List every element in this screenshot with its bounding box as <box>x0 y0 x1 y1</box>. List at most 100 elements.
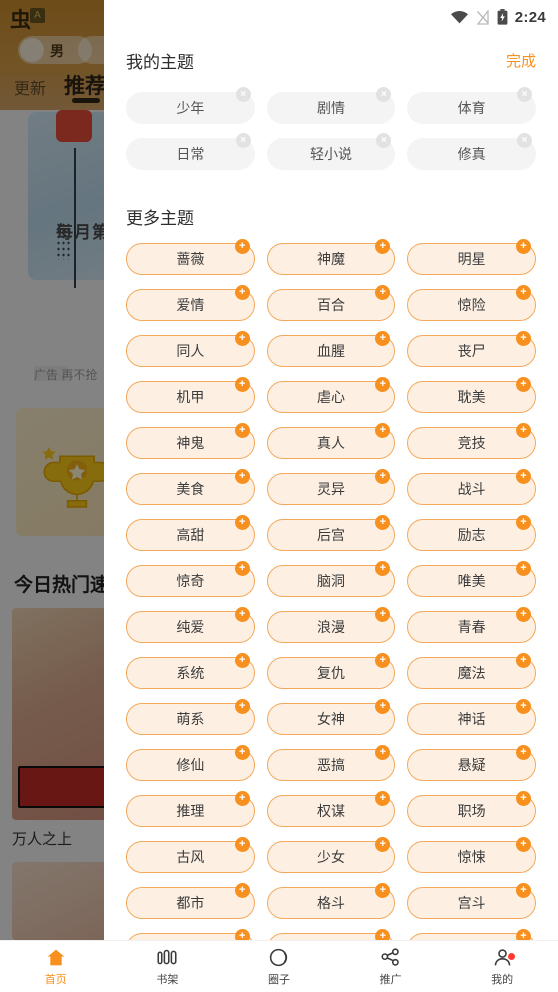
more-topic-chip-古风[interactable]: 古风 + <box>126 837 255 873</box>
more-topic-chip-百合[interactable]: 百合 + <box>266 285 396 321</box>
add-icon[interactable]: + <box>234 377 250 392</box>
add-icon[interactable]: + <box>234 285 250 300</box>
add-icon[interactable]: + <box>516 561 531 576</box>
more-topic-chip-高甜[interactable]: 高甜 + <box>126 515 255 551</box>
add-icon[interactable]: + <box>516 607 531 622</box>
my-topic-chip-少年[interactable]: 少年 × <box>126 87 255 124</box>
more-topic-chip-后宫[interactable]: 后宫 + <box>266 515 396 551</box>
more-topic-chip-脑洞[interactable]: 脑洞 + <box>266 561 396 597</box>
done-button[interactable]: 完成 <box>506 50 536 71</box>
add-icon[interactable]: + <box>234 837 250 852</box>
more-topic-chip-浪漫[interactable]: 浪漫 + <box>266 607 396 643</box>
sheet-scroll-area[interactable]: 我的主题 完成 少年 × 剧情 × 体育 × 日常 × 轻小说 × 修真 × 更多主题 蔷薇 + 神魔 + 明… <box>104 34 558 940</box>
remove-icon[interactable]: × <box>517 87 532 102</box>
remove-icon[interactable]: × <box>376 133 392 148</box>
add-icon[interactable]: + <box>375 377 391 392</box>
add-icon[interactable]: + <box>375 929 391 940</box>
remove-icon[interactable]: × <box>235 87 251 102</box>
add-icon[interactable]: + <box>234 423 250 438</box>
more-topic-chip-宫斗[interactable]: 宫斗 + <box>407 883 536 919</box>
add-icon[interactable]: + <box>234 699 250 714</box>
more-topic-chip-系统[interactable]: 系统 + <box>126 653 255 689</box>
add-icon[interactable]: + <box>234 239 250 254</box>
add-icon[interactable]: + <box>375 837 391 852</box>
add-icon[interactable]: + <box>516 285 531 300</box>
more-topic-chip-战斗[interactable]: 战斗 + <box>407 469 536 505</box>
add-icon[interactable]: + <box>375 699 391 714</box>
more-topic-chip-竞技[interactable]: 竞技 + <box>407 423 536 459</box>
add-icon[interactable]: + <box>516 791 531 806</box>
add-icon[interactable]: + <box>375 515 391 530</box>
more-topic-chip-青春[interactable]: 青春 + <box>407 607 536 643</box>
more-topic-chip-少女[interactable]: 少女 + <box>266 837 396 873</box>
add-icon[interactable]: + <box>516 745 531 760</box>
add-icon[interactable]: + <box>516 331 531 346</box>
add-icon[interactable]: + <box>516 423 531 438</box>
nav-item-圈子[interactable]: 圈子 <box>223 947 335 987</box>
more-topic-chip-爱情[interactable]: 爱情 + <box>126 285 255 321</box>
more-topic-chip-虐心[interactable]: 虐心 + <box>266 377 396 413</box>
add-icon[interactable]: + <box>375 653 391 668</box>
add-icon[interactable]: + <box>516 699 531 714</box>
add-icon[interactable]: + <box>234 929 250 940</box>
more-topic-chip-耽美[interactable]: 耽美 + <box>407 377 536 413</box>
more-topic-chip-神魔[interactable]: 神魔 + <box>266 239 396 275</box>
remove-icon[interactable]: × <box>235 133 251 148</box>
nav-item-推广[interactable]: 推广 <box>335 947 447 987</box>
more-topic-chip-奇幻[interactable]: 奇幻+ <box>407 929 536 940</box>
more-topic-chip-励志[interactable]: 励志 + <box>407 515 536 551</box>
add-icon[interactable]: + <box>516 883 531 898</box>
add-icon[interactable]: + <box>516 653 531 668</box>
add-icon[interactable]: + <box>375 883 391 898</box>
add-icon[interactable]: + <box>234 469 250 484</box>
more-topic-chip-唯美[interactable]: 唯美 + <box>407 561 536 597</box>
more-topic-chip-修仙[interactable]: 修仙 + <box>126 745 255 781</box>
more-topic-chip-血腥[interactable]: 血腥 + <box>266 331 396 367</box>
add-icon[interactable]: + <box>375 791 391 806</box>
more-topic-chip-灵异[interactable]: 灵异 + <box>266 469 396 505</box>
more-topic-chip-魔法[interactable]: 魔法 + <box>407 653 536 689</box>
more-topic-chip-格斗[interactable]: 格斗 + <box>266 883 396 919</box>
more-topic-chip-治愈[interactable]: 治愈+ <box>266 929 396 940</box>
add-icon[interactable]: + <box>375 331 391 346</box>
my-topic-chip-日常[interactable]: 日常 × <box>126 133 255 170</box>
add-icon[interactable]: + <box>375 423 391 438</box>
my-topic-chip-轻小说[interactable]: 轻小说 × <box>266 133 396 170</box>
add-icon[interactable]: + <box>375 745 391 760</box>
my-topic-chip-体育[interactable]: 体育 × <box>407 87 536 124</box>
more-topic-chip-欢乐向[interactable]: 欢乐向+ <box>126 929 255 940</box>
remove-icon[interactable]: × <box>376 87 392 102</box>
add-icon[interactable]: + <box>234 883 250 898</box>
add-icon[interactable]: + <box>234 791 250 806</box>
more-topic-chip-丧尸[interactable]: 丧尸 + <box>407 331 536 367</box>
more-topic-chip-惊奇[interactable]: 惊奇 + <box>126 561 255 597</box>
more-topic-chip-职场[interactable]: 职场 + <box>407 791 536 827</box>
add-icon[interactable]: + <box>234 561 250 576</box>
more-topic-chip-纯爱[interactable]: 纯爱 + <box>126 607 255 643</box>
add-icon[interactable]: + <box>234 331 250 346</box>
more-topic-chip-都市[interactable]: 都市 + <box>126 883 255 919</box>
add-icon[interactable]: + <box>516 929 531 940</box>
add-icon[interactable]: + <box>516 469 531 484</box>
more-topic-chip-蔷薇[interactable]: 蔷薇 + <box>126 239 255 275</box>
more-topic-chip-悬疑[interactable]: 悬疑 + <box>407 745 536 781</box>
add-icon[interactable]: + <box>234 515 250 530</box>
add-icon[interactable]: + <box>375 561 391 576</box>
more-topic-chip-机甲[interactable]: 机甲 + <box>126 377 255 413</box>
remove-icon[interactable]: × <box>517 133 532 148</box>
more-topic-chip-复仇[interactable]: 复仇 + <box>266 653 396 689</box>
more-topic-chip-女神[interactable]: 女神 + <box>266 699 396 735</box>
more-topic-chip-萌系[interactable]: 萌系 + <box>126 699 255 735</box>
add-icon[interactable]: + <box>516 837 531 852</box>
more-topic-chip-惊险[interactable]: 惊险 + <box>407 285 536 321</box>
more-topic-chip-明星[interactable]: 明星 + <box>407 239 536 275</box>
nav-item-我的[interactable]: 我的 <box>446 947 558 987</box>
add-icon[interactable]: + <box>375 285 391 300</box>
more-topic-chip-神话[interactable]: 神话 + <box>407 699 536 735</box>
add-icon[interactable]: + <box>375 469 391 484</box>
add-icon[interactable]: + <box>516 515 531 530</box>
my-topic-chip-剧情[interactable]: 剧情 × <box>266 87 396 124</box>
add-icon[interactable]: + <box>375 607 391 622</box>
more-topic-chip-权谋[interactable]: 权谋 + <box>266 791 396 827</box>
add-icon[interactable]: + <box>375 239 391 254</box>
